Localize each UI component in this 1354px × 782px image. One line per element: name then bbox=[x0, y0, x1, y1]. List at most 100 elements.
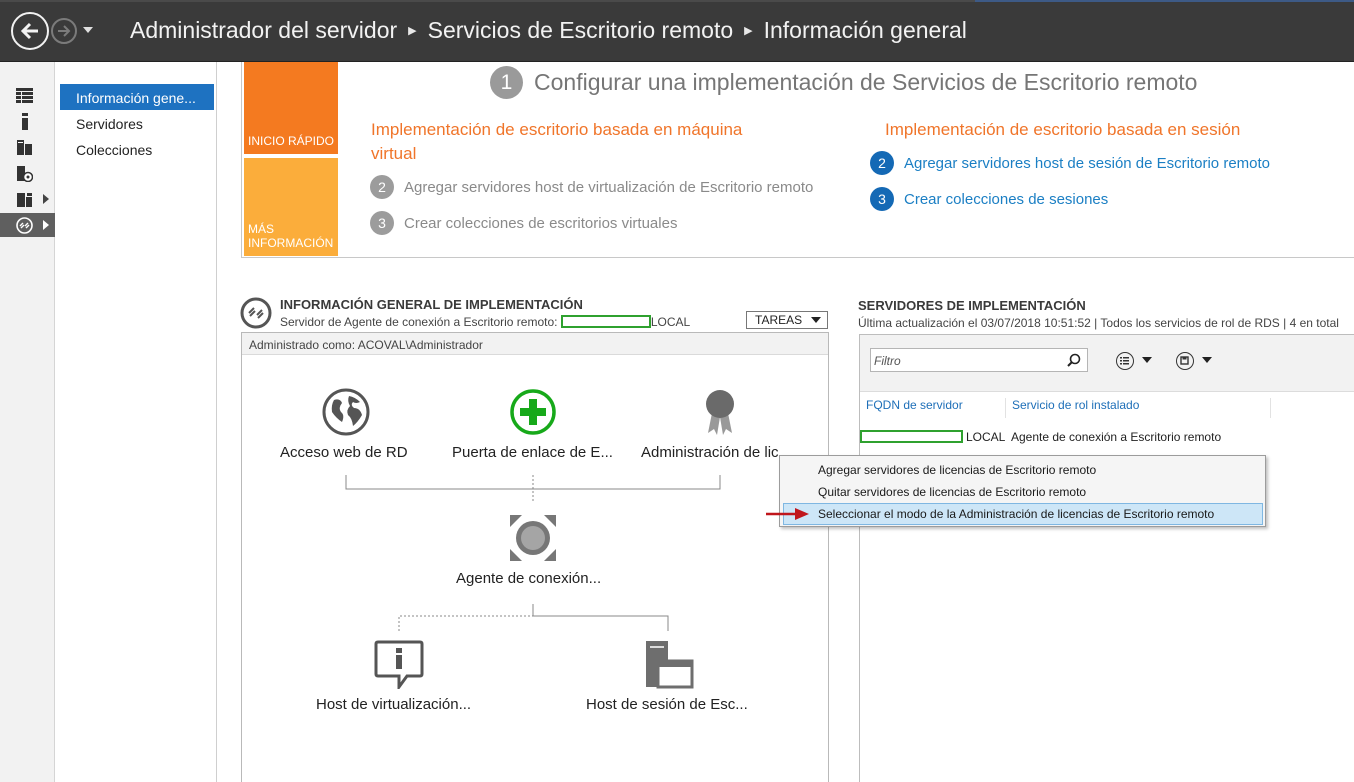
servers-title: SERVIDORES DE IMPLEMENTACIÓN bbox=[858, 298, 1086, 313]
nav-item-overview[interactable]: Información gene... bbox=[60, 84, 214, 110]
chevron-down-icon[interactable] bbox=[1142, 357, 1152, 363]
nav-item-servers[interactable]: Servidores bbox=[60, 110, 214, 136]
session-step-add-hosts[interactable]: 2 Agregar servidores host de sesión de E… bbox=[870, 151, 1270, 175]
red-arrow-annotation-icon bbox=[766, 508, 809, 520]
node-label-web-access[interactable]: Acceso web de RD bbox=[280, 444, 408, 461]
menu-item-add-license-servers[interactable]: Agregar servidores de licencias de Escri… bbox=[783, 459, 1263, 481]
chevron-down-icon[interactable] bbox=[1202, 357, 1212, 363]
tasks-dropdown-button[interactable]: TAREAS bbox=[746, 311, 828, 329]
dashboard-icon bbox=[16, 87, 33, 103]
menu-item-select-licensing-mode[interactable]: Seleccionar el modo de la Administración… bbox=[783, 503, 1263, 525]
session-host-icon[interactable] bbox=[644, 639, 694, 689]
session-deployment-heading: Implementación de escritorio basada en s… bbox=[885, 120, 1241, 139]
session-step-create-collections[interactable]: 3 Crear colecciones de sesiones bbox=[870, 187, 1108, 211]
tile-quick-start-label: INICIO RÁPIDO bbox=[248, 134, 335, 148]
expand-arrow-icon[interactable] bbox=[43, 194, 49, 204]
row-role: Agente de conexión a Escritorio remoto bbox=[1011, 430, 1222, 444]
node-label-virtualization-host[interactable]: Host de virtualización... bbox=[316, 696, 471, 713]
tile-quick-start[interactable]: INICIO RÁPIDO bbox=[244, 62, 338, 154]
node-label-gateway[interactable]: Puerta de enlace de E... bbox=[452, 444, 613, 461]
save-query-icon[interactable] bbox=[1176, 352, 1194, 370]
filter-placeholder: Filtro bbox=[874, 354, 901, 368]
quick-start-title: 1 Configurar una implementación de Servi… bbox=[490, 66, 1197, 99]
sidebar-item-remote-desktop[interactable] bbox=[0, 213, 55, 237]
breadcrumb-item-overview[interactable]: Información general bbox=[764, 17, 967, 43]
step-number-badge: 2 bbox=[370, 175, 394, 199]
nav-list: Información gene... Servidores Coleccion… bbox=[56, 62, 217, 782]
sidebar-item-dashboard[interactable] bbox=[0, 83, 55, 107]
all-servers-icon bbox=[17, 139, 32, 155]
breadcrumb-separator-icon: ▶ bbox=[744, 25, 753, 37]
deployment-overview-icon bbox=[240, 297, 272, 329]
node-label-session-host[interactable]: Host de sesión de Esc... bbox=[586, 696, 748, 713]
tile-more-info[interactable]: MÁS INFORMACIÓN bbox=[244, 158, 338, 256]
node-label-connection-broker[interactable]: Agente de conexión... bbox=[456, 570, 601, 587]
sidebar-item-local-server[interactable] bbox=[0, 109, 55, 133]
breadcrumb-item-rds[interactable]: Servicios de Escritorio remoto bbox=[428, 17, 734, 43]
sidebar-item-file-storage[interactable] bbox=[0, 161, 55, 185]
vm-deployment-heading: Implementación de escritorio basada en m… bbox=[371, 118, 791, 166]
vm-heading-line2: virtual bbox=[371, 144, 417, 163]
servers-panel: Filtro FQDN de servidor Servicio de rol … bbox=[859, 334, 1354, 782]
globe-icon[interactable] bbox=[322, 388, 370, 436]
redacted-server-name bbox=[560, 315, 651, 328]
breadcrumb-separator-icon: ▶ bbox=[408, 25, 417, 37]
roles-icon bbox=[17, 192, 32, 207]
overview-subtitle-prefix: Servidor de Agente de conexión a Escrito… bbox=[280, 315, 558, 329]
quick-start-panel: INICIO RÁPIDO MÁS INFORMACIÓN 1 Configura… bbox=[241, 62, 1354, 258]
column-header-fqdn[interactable]: FQDN de servidor bbox=[860, 398, 1006, 418]
list-view-icon[interactable] bbox=[1116, 352, 1134, 370]
connection-broker-icon[interactable] bbox=[508, 513, 558, 563]
sidebar-item-all-servers[interactable] bbox=[0, 135, 55, 159]
breadcrumb: Administrador del servidor ▶ Servicios de … bbox=[130, 17, 967, 44]
search-icon[interactable] bbox=[1067, 353, 1081, 367]
step-number-badge: 3 bbox=[370, 211, 394, 235]
servers-toolbar: Filtro bbox=[860, 335, 1354, 392]
overview-subtitle: Servidor de Agente de conexión a Escrito… bbox=[280, 315, 690, 329]
back-arrow-icon[interactable] bbox=[11, 12, 49, 50]
vm-step-add-hosts: 2 Agregar servidores host de virtualizac… bbox=[370, 175, 813, 199]
remote-desktop-icon bbox=[16, 216, 33, 234]
tasks-label: TAREAS bbox=[755, 313, 803, 327]
vm-step-label: Agregar servidores host de virtualizació… bbox=[404, 178, 814, 196]
row-fqdn-suffix: LOCAL bbox=[966, 430, 1006, 444]
filter-input[interactable]: Filtro bbox=[870, 348, 1088, 372]
tile-more-info-line2: INFORMACIÓN bbox=[248, 236, 334, 250]
virtualization-host-icon[interactable] bbox=[373, 639, 425, 689]
session-step-link[interactable]: Crear colecciones de sesiones bbox=[904, 191, 1108, 208]
overview-subtitle-suffix: LOCAL bbox=[650, 315, 691, 329]
title-bar: Administrador del servidor ▶ Servicios de … bbox=[0, 0, 1354, 62]
breadcrumb-item-server-manager[interactable]: Administrador del servidor bbox=[130, 17, 397, 43]
table-row[interactable]: LOCAL Agente de conexión a Escritorio re… bbox=[860, 428, 1354, 448]
file-storage-icon bbox=[17, 165, 33, 182]
context-menu: Agregar servidores de licencias de Escri… bbox=[779, 455, 1266, 527]
forward-arrow-icon[interactable] bbox=[51, 18, 77, 44]
vm-step-create-collections: 3 Crear colecciones de escritorios virtu… bbox=[370, 211, 677, 235]
column-header-role[interactable]: Servicio de rol instalado bbox=[1006, 398, 1271, 418]
step-number-badge: 1 bbox=[490, 66, 523, 99]
chevron-down-icon bbox=[811, 317, 821, 323]
step-number-badge: 3 bbox=[870, 187, 894, 211]
deployment-diagram: Administrado como: ACOVAL\Administrador … bbox=[241, 332, 829, 782]
step-number-badge: 2 bbox=[870, 151, 894, 175]
tile-more-info-line1: MÁS bbox=[248, 222, 275, 236]
menu-item-remove-license-servers[interactable]: Quitar servidores de licencias de Escrit… bbox=[783, 481, 1263, 503]
quick-start-heading: Configurar una implementación de Servici… bbox=[534, 69, 1198, 95]
history-dropdown-icon[interactable] bbox=[83, 27, 93, 33]
vm-step-label: Crear colecciones de escritorios virtual… bbox=[404, 214, 678, 232]
add-plus-icon[interactable] bbox=[509, 388, 557, 436]
tile-more-info-label: MÁS INFORMACIÓN bbox=[248, 222, 333, 250]
node-label-licensing[interactable]: Administración de lic... bbox=[641, 444, 791, 461]
redacted-server-name bbox=[860, 430, 963, 443]
local-server-icon bbox=[22, 112, 28, 130]
vm-heading-line1: Implementación de escritorio basada en m… bbox=[371, 120, 743, 139]
overview-title: INFORMACIÓN GENERAL DE IMPLEMENTACIÓN bbox=[280, 297, 583, 312]
servers-subtitle: Última actualización el 03/07/2018 10:51… bbox=[858, 316, 1339, 330]
license-award-icon[interactable] bbox=[702, 387, 738, 437]
nav-item-collections[interactable]: Colecciones bbox=[60, 136, 214, 162]
sidebar-item-roles[interactable] bbox=[0, 187, 55, 211]
window-top-accent bbox=[975, 0, 1354, 2]
icon-sidebar bbox=[0, 62, 55, 782]
session-step-link[interactable]: Agregar servidores host de sesión de Esc… bbox=[904, 155, 1270, 172]
expand-arrow-icon[interactable] bbox=[43, 220, 49, 230]
